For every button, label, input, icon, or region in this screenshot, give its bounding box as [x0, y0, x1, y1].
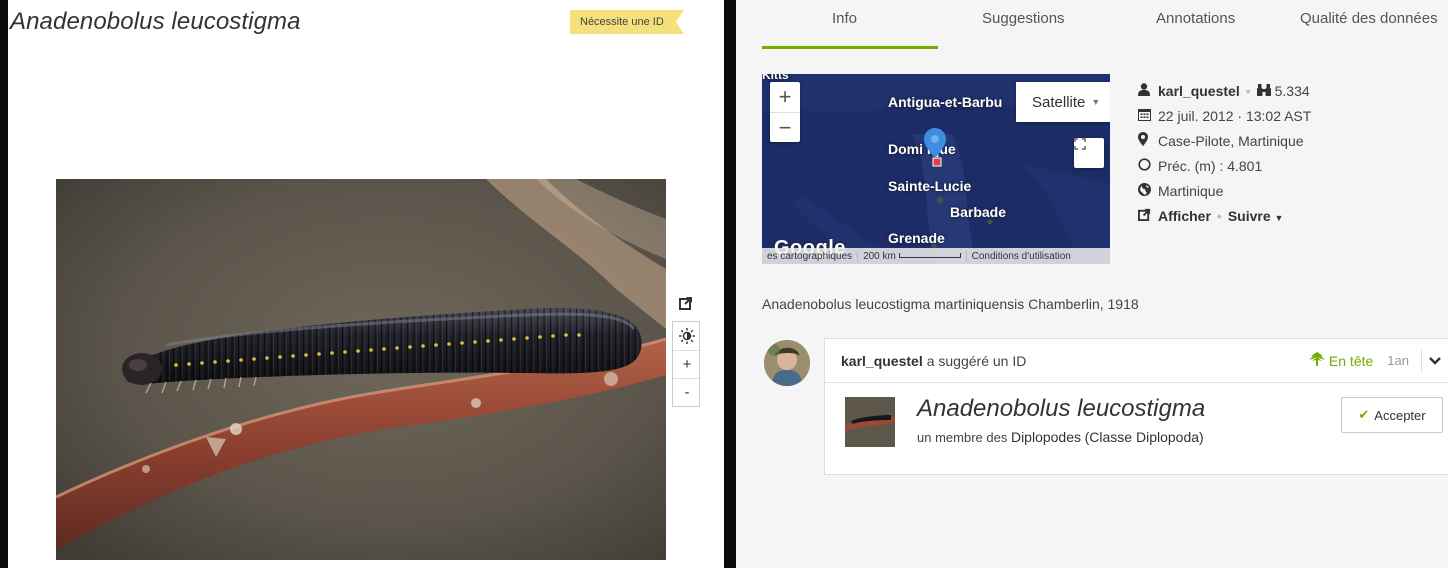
quality-grade-badge: Nécessite une ID: [570, 10, 684, 34]
follow-dropdown[interactable]: Suivre ▼: [1228, 208, 1284, 224]
observation-details-panel: Info Suggestions Annotations Qualité des…: [736, 0, 1448, 568]
observation-photo[interactable]: [56, 179, 666, 560]
meta-user-row: karl_questel • 5.334: [1138, 78, 1438, 103]
map-label-grenade: Grenade: [888, 230, 945, 246]
fullscreen-icon[interactable]: [1074, 138, 1104, 168]
binoculars-icon: [1256, 83, 1271, 99]
identification-header-right: En tête 1an: [1308, 339, 1448, 383]
caret-down-icon: ▼: [1091, 97, 1101, 107]
meta-date-row: 22 juil. 2012 · 13:02 AST: [1138, 103, 1438, 128]
observer-link[interactable]: karl_questel: [1158, 83, 1240, 99]
region-link[interactable]: Martinique: [1158, 183, 1223, 199]
map-type-label: Satellite: [1032, 93, 1086, 111]
accept-label: Accepter: [1374, 407, 1426, 423]
identification-card: karl_questel a suggéré un ID En tête 1an: [824, 338, 1448, 475]
member-class: (Classe Diplopoda): [1084, 429, 1204, 445]
map-type-selector[interactable]: Satellite ▼: [1016, 82, 1110, 122]
map-zoom-controls: + −: [770, 82, 800, 142]
photo-zoom-group: + -: [672, 321, 701, 407]
view-link[interactable]: Afficher: [1158, 208, 1211, 224]
map-terms-link[interactable]: Conditions d'utilisation: [967, 251, 1076, 262]
map-marker-icon: [1138, 132, 1158, 149]
observations-count[interactable]: 5.334: [1275, 83, 1310, 99]
meta-actions-row: Afficher • Suivre ▼: [1138, 203, 1438, 228]
map-label-barbade: Barbade: [950, 204, 1007, 220]
caret-down-icon: ▼: [1274, 212, 1284, 223]
identification-action: a suggéré un ID: [926, 352, 1027, 369]
map-label-antigua: Antigua-et-Barbu: [888, 94, 1003, 110]
brightness-icon[interactable]: [673, 322, 701, 350]
tab-suggestions[interactable]: Suggestions: [982, 10, 1065, 27]
photo-zoom-in-button[interactable]: +: [673, 350, 701, 378]
external-link-icon[interactable]: [672, 289, 700, 317]
map-scale-label: 200 km: [863, 250, 896, 262]
meta-precision-row: Préc. (m) : 4.801: [1138, 153, 1438, 178]
leading-status: En tête: [1308, 352, 1374, 370]
observation-meta: karl_questel • 5.334 22 juil. 2012 · 13:…: [1138, 78, 1438, 228]
positional-accuracy: Préc. (m) : 4.801: [1158, 157, 1263, 174]
taxon-lineage: un membre des Diplopodes (Classe Diplopo…: [917, 429, 1204, 445]
photo-controls: + -: [672, 289, 701, 407]
details-tabs: Info Suggestions Annotations Qualité des…: [736, 0, 1448, 50]
identification-age: 1an: [1387, 350, 1422, 372]
meta-region-row: Martinique: [1138, 178, 1438, 203]
leading-label: En tête: [1328, 353, 1374, 369]
observed-date: 22 juil. 2012 · 13:02 AST: [1158, 107, 1312, 124]
circle-outline-icon: [1138, 157, 1158, 174]
external-link-icon: [1138, 208, 1158, 224]
place-guess: Case-Pilote, Martinique: [1158, 132, 1304, 149]
user-avatar[interactable]: [764, 340, 810, 386]
member-prefix: un membre des: [917, 430, 1008, 445]
active-tab-indicator: [762, 46, 938, 49]
map-attribution-bar: es cartographiques 200 km Conditions d'u…: [762, 248, 1110, 264]
check-icon: ✔: [1358, 407, 1370, 422]
millipede-photo: [56, 179, 666, 560]
map-label-sainte-lucie: Sainte-Lucie: [888, 178, 972, 194]
map-scale-bar: [898, 253, 961, 259]
taxon-description: Anadenobolus leucostigma martiniquensis …: [762, 296, 1139, 312]
identification-body: Anadenobolus leucostigma un membre des D…: [825, 383, 1448, 475]
map-zoom-out-button[interactable]: −: [770, 112, 800, 142]
globe-icon: [1138, 182, 1158, 199]
map-label-kitts: Kitts: [762, 74, 789, 82]
calendar-icon: [1138, 108, 1158, 124]
accept-button[interactable]: ✔ Accepter: [1341, 397, 1443, 433]
user-icon: [1138, 82, 1158, 99]
tab-annotations[interactable]: Annotations: [1156, 10, 1235, 27]
map-scale: 200 km: [858, 250, 967, 262]
taxon-thumbnail[interactable]: [845, 397, 895, 447]
tab-info[interactable]: Info: [832, 10, 857, 27]
pane-divider: [724, 0, 736, 568]
separator-dot: •: [1216, 207, 1222, 224]
identifier-link[interactable]: karl_questel: [841, 353, 923, 369]
separator-dot: •: [1245, 82, 1251, 99]
taxon-name[interactable]: Anadenobolus leucostigma: [917, 395, 1205, 423]
photo-zoom-out-button[interactable]: -: [673, 378, 701, 406]
map-data-attribution: es cartographiques: [762, 250, 859, 262]
map-zoom-in-button[interactable]: +: [770, 82, 800, 112]
chevron-down-icon[interactable]: [1422, 354, 1448, 369]
identification-header: karl_questel a suggéré un ID En tête 1an: [825, 339, 1448, 383]
meta-place-row: Case-Pilote, Martinique: [1138, 128, 1438, 153]
tab-data-quality[interactable]: Qualité des données: [1300, 10, 1438, 27]
observation-title: Anadenobolus leucostigma: [10, 8, 301, 35]
follow-label: Suivre: [1227, 207, 1271, 224]
observation-photo-panel: Anadenobolus leucostigma Nécessite une I…: [8, 0, 724, 568]
location-map[interactable]: Kitts Antigua-et-Barbu Domi ique Sainte-…: [762, 74, 1110, 264]
member-group-link[interactable]: Diplopodes: [1011, 429, 1081, 445]
tree-icon: [1308, 352, 1325, 370]
